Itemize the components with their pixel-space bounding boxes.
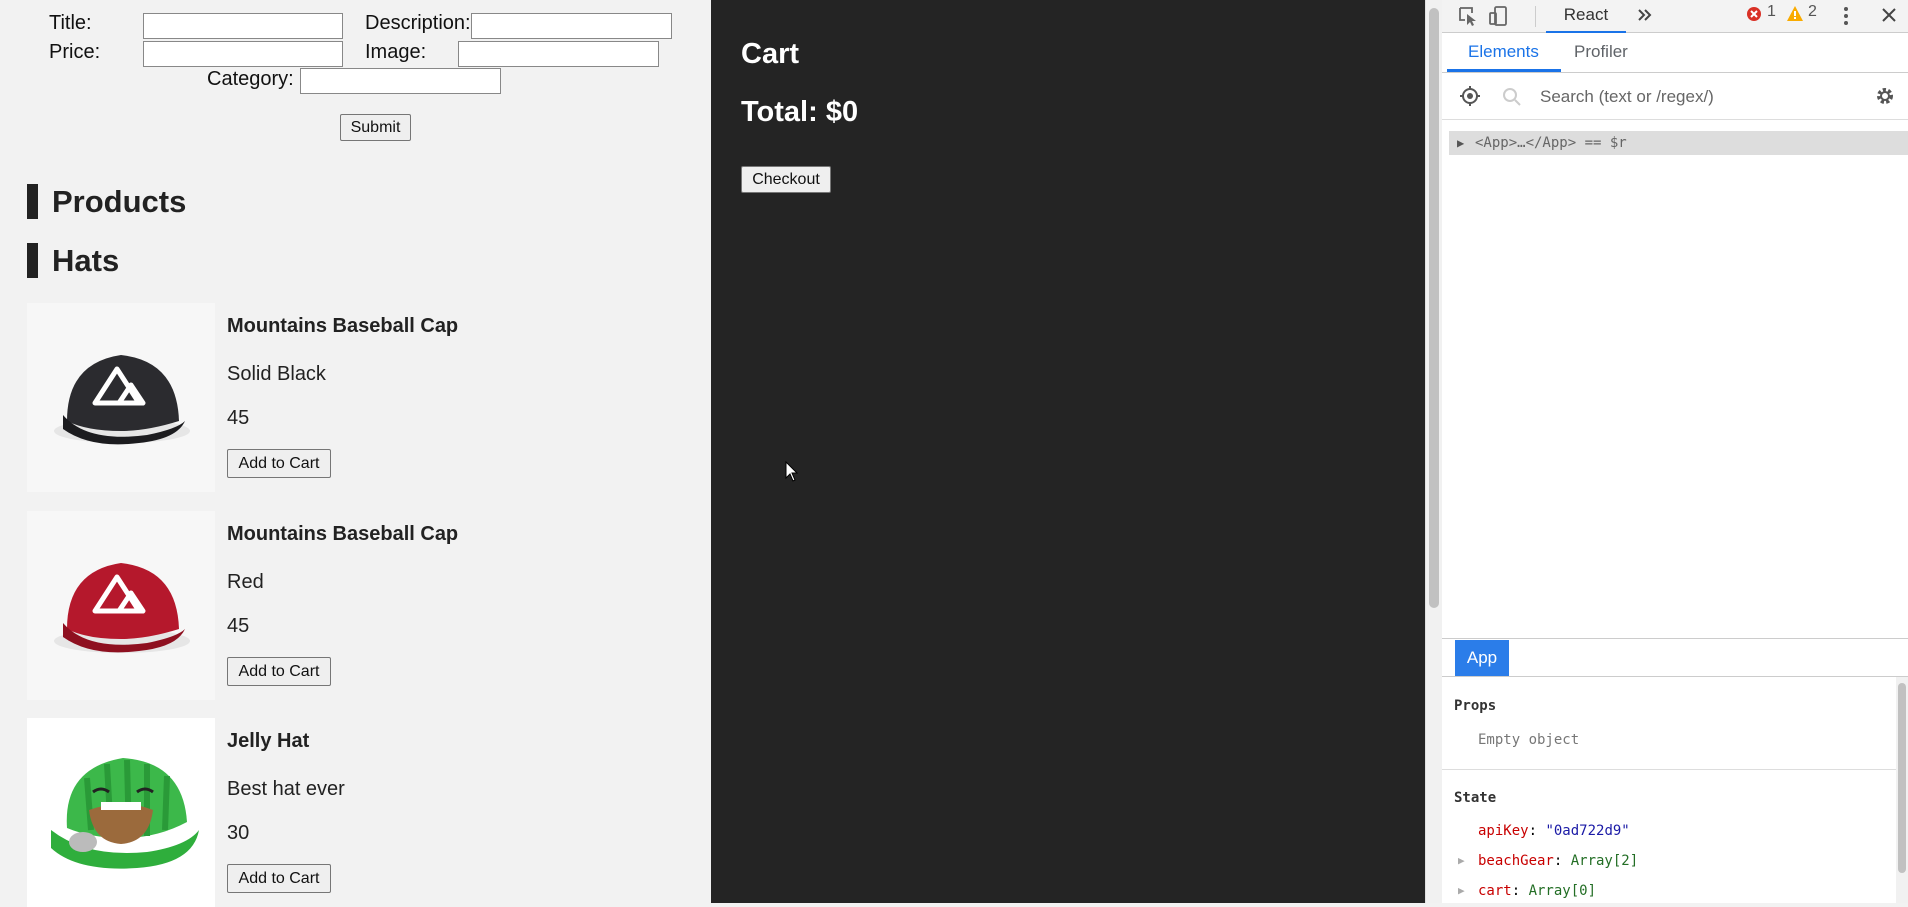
product-price: 30: [227, 822, 250, 844]
expand-arrow-icon[interactable]: ▶: [1457, 131, 1464, 155]
tab-react[interactable]: React: [1546, 0, 1626, 33]
state-key: cart: [1478, 883, 1512, 899]
product-image: [27, 511, 215, 700]
hats-heading: Hats: [27, 243, 119, 278]
cart-panel: Cart Total: $0 Checkout: [711, 0, 1425, 903]
state-value: Array[2]: [1570, 853, 1639, 869]
section-divider: [1442, 769, 1908, 770]
products-heading-text: Products: [52, 183, 187, 219]
product-card: Mountains Baseball Cap Red 45 Add to Car…: [27, 511, 687, 700]
mouse-cursor-icon: [785, 461, 799, 482]
product-image: [27, 303, 215, 492]
expand-arrow-icon[interactable]: ▶: [1458, 884, 1465, 897]
tab-profiler[interactable]: Profiler: [1574, 42, 1628, 62]
component-search-bar: [1442, 73, 1908, 120]
product-description: Solid Black: [227, 363, 326, 385]
product-image: [27, 718, 215, 907]
warning-icon[interactable]: [1786, 5, 1804, 22]
select-component-icon[interactable]: [1459, 85, 1481, 107]
props-heading: Props: [1454, 698, 1497, 714]
hats-heading-text: Hats: [52, 242, 120, 278]
close-icon[interactable]: [1880, 6, 1898, 24]
heading-bar: [27, 243, 38, 278]
product-title: Mountains Baseball Cap: [227, 315, 459, 337]
page-scrollbar[interactable]: [1425, 0, 1442, 903]
image-input[interactable]: [458, 41, 659, 67]
price-input[interactable]: [143, 41, 343, 67]
state-value: "0ad722d9": [1545, 823, 1630, 839]
category-label: Category:: [207, 68, 294, 90]
tab-elements[interactable]: Elements: [1468, 42, 1539, 62]
product-price: 45: [227, 615, 250, 637]
tree-row-app[interactable]: ▶ <App>…</App> == $r: [1449, 131, 1908, 155]
selected-component-badge[interactable]: App: [1455, 640, 1509, 676]
submit-button[interactable]: Submit: [340, 114, 411, 141]
image-label: Image:: [365, 41, 427, 63]
state-value: Array[0]: [1528, 883, 1597, 899]
more-tabs-icon[interactable]: [1636, 6, 1654, 24]
green-jelly-hat-icon: [51, 758, 199, 869]
add-to-cart-button[interactable]: Add to Cart: [227, 449, 331, 478]
tree-row-label: <App>…</App> == $r: [1475, 135, 1627, 151]
product-title: Mountains Baseball Cap: [227, 523, 459, 545]
black-mountain-cap-icon: [54, 355, 190, 445]
category-input[interactable]: [300, 68, 501, 94]
toolbar-divider: [1535, 6, 1536, 27]
description-input[interactable]: [471, 13, 672, 39]
error-count[interactable]: 1: [1767, 3, 1776, 21]
red-mountain-cap-icon: [54, 563, 190, 653]
warning-count[interactable]: 2: [1808, 3, 1817, 21]
scrollbar-thumb[interactable]: [1429, 8, 1439, 608]
props-empty-text: Empty object: [1478, 732, 1580, 748]
search-icon: [1503, 88, 1521, 106]
product-card: Jelly Hat Best hat ever 30 Add to Cart: [27, 718, 687, 907]
devtools-toolbar: React 1 2: [1442, 0, 1908, 33]
settings-gear-icon[interactable]: [1874, 85, 1896, 107]
product-price: 45: [227, 407, 250, 429]
product-description: Red: [227, 571, 264, 593]
product-title: Jelly Hat: [227, 730, 310, 752]
title-label: Title:: [49, 12, 92, 34]
props-scrollbar[interactable]: [1896, 677, 1908, 903]
device-toolbar-icon[interactable]: [1486, 4, 1510, 28]
product-card: Mountains Baseball Cap Solid Black 45 Ad…: [27, 303, 687, 492]
add-to-cart-button[interactable]: Add to Cart: [227, 657, 331, 686]
error-icon[interactable]: [1746, 6, 1762, 22]
cart-title: Cart: [741, 38, 800, 70]
title-input[interactable]: [143, 13, 343, 39]
selected-component-bar: App: [1442, 639, 1908, 677]
kebab-menu-icon[interactable]: [1842, 5, 1850, 27]
heading-bar: [27, 184, 38, 219]
product-app: Title: Description: Price: Image: Catego…: [0, 0, 711, 907]
state-key: apiKey: [1478, 823, 1529, 839]
add-to-cart-button[interactable]: Add to Cart: [227, 864, 331, 893]
cart-total: Total: $0: [741, 96, 859, 128]
expand-arrow-icon[interactable]: ▶: [1458, 854, 1465, 867]
component-search-input[interactable]: [1538, 83, 1862, 111]
description-label: Description:: [365, 12, 471, 34]
checkout-button[interactable]: Checkout: [741, 166, 831, 193]
price-label: Price:: [49, 41, 101, 63]
devtools-panel: React 1 2 Elements Profiler Search (text…: [1442, 0, 1908, 903]
product-description: Best hat ever: [227, 778, 345, 800]
component-tree: ▶ <App>…</App> == $r: [1442, 120, 1908, 640]
state-key: beachGear: [1478, 853, 1554, 869]
state-heading: State: [1454, 790, 1497, 806]
scrollbar-thumb[interactable]: [1898, 683, 1906, 873]
products-heading: Products: [27, 184, 186, 219]
inspect-element-icon[interactable]: [1456, 4, 1480, 28]
active-tab-indicator: [1447, 69, 1561, 72]
devtools-subtabs: Elements Profiler: [1442, 33, 1908, 73]
